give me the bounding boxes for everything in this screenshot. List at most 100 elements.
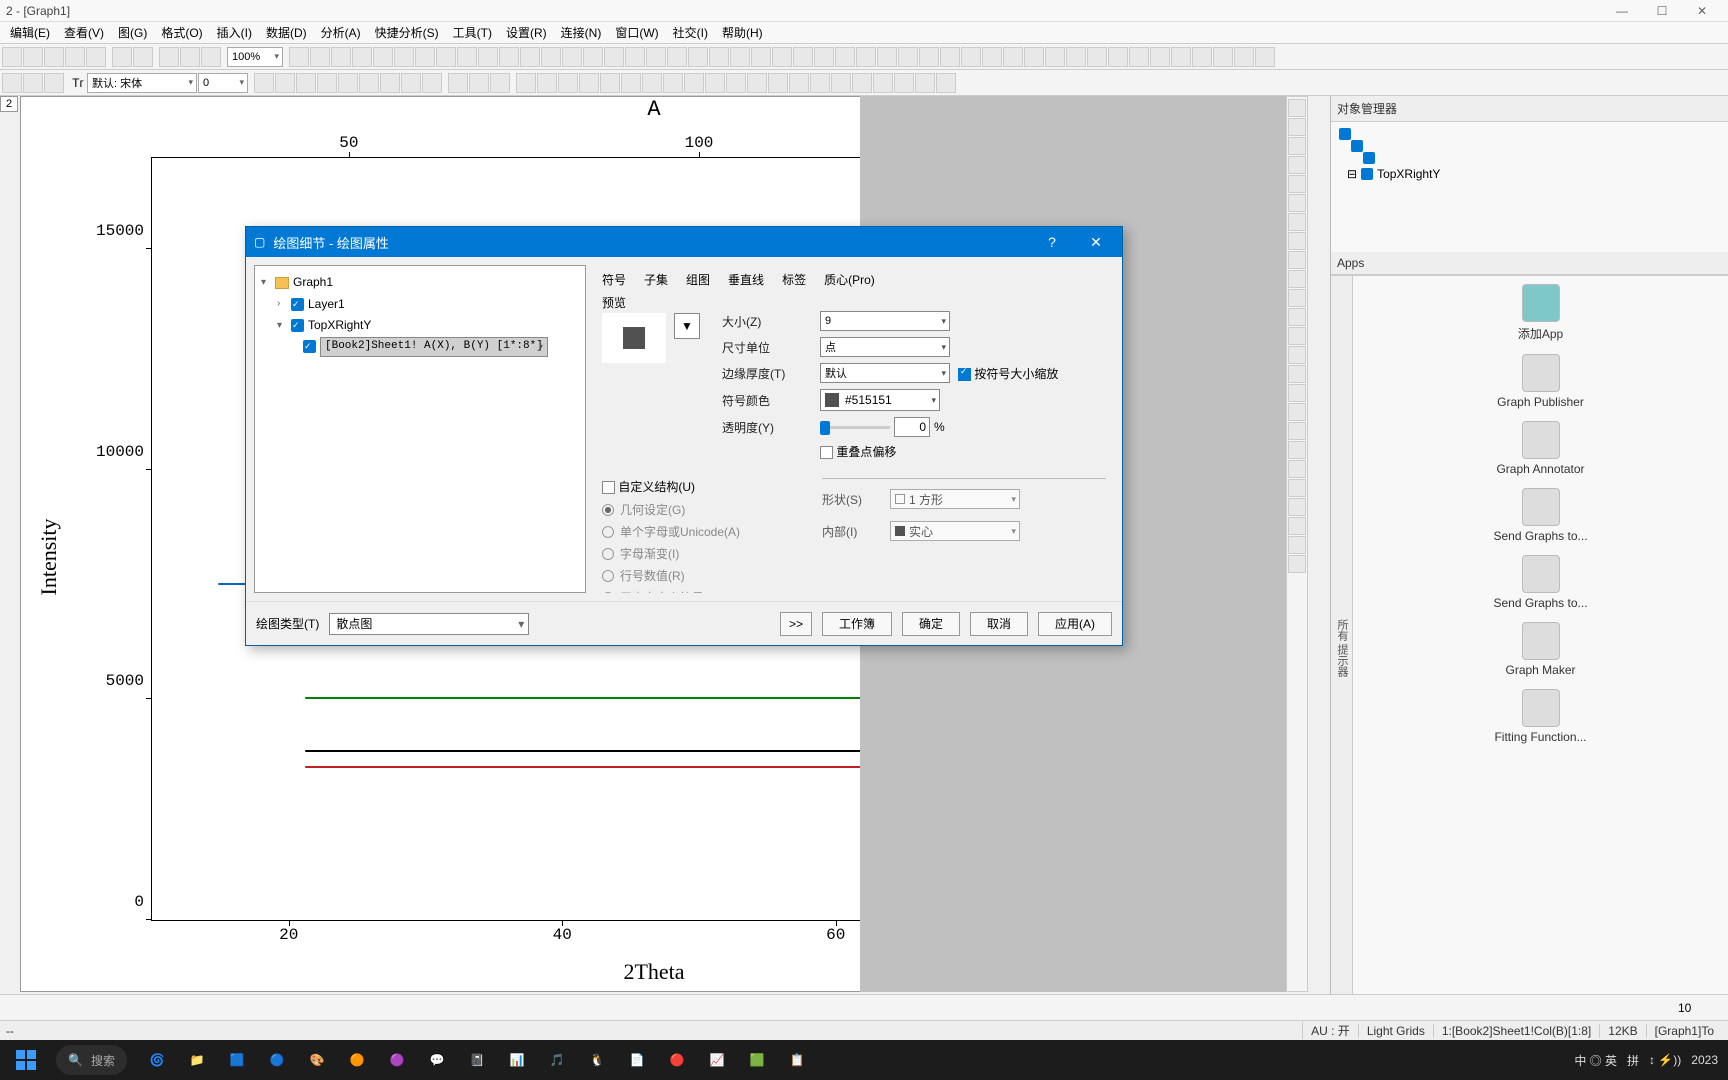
fmt-h[interactable] (663, 73, 683, 93)
maximize-button[interactable]: ☐ (1642, 4, 1682, 18)
tab-symbol[interactable]: 符号 (602, 271, 626, 288)
tb-b[interactable] (310, 47, 330, 67)
align-right-icon[interactable] (490, 73, 510, 93)
tb-aa[interactable] (835, 47, 855, 67)
align-center-icon[interactable] (469, 73, 489, 93)
refresh-icon[interactable] (201, 47, 221, 67)
scale-checkbox[interactable] (958, 368, 971, 381)
menu-social[interactable]: 社交(I) (667, 22, 714, 43)
tb-ap[interactable] (1150, 47, 1170, 67)
fmt-f[interactable] (621, 73, 641, 93)
fmt-a[interactable] (516, 73, 536, 93)
radio-unicode[interactable] (602, 526, 614, 538)
template-icon[interactable] (65, 47, 85, 67)
tab-group[interactable]: 组图 (686, 271, 710, 288)
app-fitting[interactable]: Fitting Function... (1361, 689, 1720, 744)
line-width-icon[interactable] (23, 73, 43, 93)
task-app-8[interactable]: 💬 (419, 1042, 455, 1078)
ok-button[interactable]: 确定 (902, 612, 960, 636)
rect-icon[interactable] (1288, 308, 1306, 326)
app-send-1[interactable]: Send Graphs to... (1361, 488, 1720, 543)
tb-n[interactable] (562, 47, 582, 67)
tb-q[interactable] (625, 47, 645, 67)
fmt-m[interactable] (768, 73, 788, 93)
tray-ime[interactable]: 中 ◎ 英 (1574, 1052, 1617, 1069)
align-left-icon[interactable] (448, 73, 468, 93)
expand-button[interactable]: >> (780, 612, 812, 636)
fmt-j[interactable] (705, 73, 725, 93)
fmt-d[interactable] (579, 73, 599, 93)
vt-c[interactable] (1288, 441, 1306, 459)
region-icon[interactable] (1288, 365, 1306, 383)
save-icon[interactable] (44, 47, 64, 67)
tb-al[interactable] (1066, 47, 1086, 67)
menu-preferences[interactable]: 设置(R) (500, 22, 553, 43)
screen-reader-icon[interactable] (1288, 194, 1306, 212)
dialog-close-button[interactable]: ✕ (1078, 234, 1114, 251)
task-app-16[interactable]: 🟩 (739, 1042, 775, 1078)
bold-icon[interactable] (254, 73, 274, 93)
vt-b[interactable] (1288, 422, 1306, 440)
tb-af[interactable] (940, 47, 960, 67)
tree-graph1[interactable]: Graph1 (293, 272, 333, 294)
polygon-icon[interactable] (1288, 346, 1306, 364)
dialog-help-button[interactable]: ? (1034, 234, 1070, 250)
cancel-button[interactable]: 取消 (970, 612, 1028, 636)
fmt-q[interactable] (852, 73, 872, 93)
tb-z[interactable] (814, 47, 834, 67)
tb-w[interactable] (751, 47, 771, 67)
tb-ag[interactable] (961, 47, 981, 67)
tb-f[interactable] (394, 47, 414, 67)
tray-pin[interactable]: 拼 (1627, 1052, 1639, 1069)
tb-r[interactable] (646, 47, 666, 67)
app-publisher[interactable]: Graph Publisher (1361, 354, 1720, 409)
task-app-13[interactable]: 📄 (619, 1042, 655, 1078)
radio-alpha[interactable] (602, 548, 614, 560)
task-app-4[interactable]: 🔵 (259, 1042, 295, 1078)
tb-an[interactable] (1108, 47, 1128, 67)
fmt-r[interactable] (873, 73, 893, 93)
italic-icon[interactable] (275, 73, 295, 93)
plot-type-select[interactable]: 散点图 (329, 613, 529, 635)
roi-icon[interactable] (1288, 384, 1306, 402)
dialog-titlebar[interactable]: ▢ 绘图细节 - 绘图属性 ? ✕ (246, 227, 1122, 257)
open-icon[interactable] (23, 47, 43, 67)
tb-i[interactable] (457, 47, 477, 67)
color-select[interactable]: #515151 (820, 389, 940, 411)
tb-ae[interactable] (919, 47, 939, 67)
tb-aq[interactable] (1171, 47, 1191, 67)
app-add[interactable]: 添加App (1361, 284, 1720, 342)
shape-select[interactable]: 1 方形 (890, 489, 1020, 509)
task-app-15[interactable]: 📈 (699, 1042, 735, 1078)
task-app-10[interactable]: 📊 (499, 1042, 535, 1078)
fmt-e[interactable] (600, 73, 620, 93)
fmt-b[interactable] (537, 73, 557, 93)
tb-s[interactable] (667, 47, 687, 67)
task-app-9[interactable]: 📓 (459, 1042, 495, 1078)
task-app-14[interactable]: 🔴 (659, 1042, 695, 1078)
close-button[interactable]: ✕ (1682, 4, 1722, 18)
fmt-c[interactable] (558, 73, 578, 93)
tb-k[interactable] (499, 47, 519, 67)
start-button[interactable] (0, 1040, 52, 1080)
radio-row[interactable] (602, 570, 614, 582)
tab-label[interactable]: 标签 (782, 271, 806, 288)
menu-edit[interactable]: 编辑(E) (4, 22, 56, 43)
underline-icon[interactable] (296, 73, 316, 93)
alpha-icon[interactable] (359, 73, 379, 93)
apply-button[interactable]: 应用(A) (1038, 612, 1112, 636)
dialog-tree[interactable]: ▾Graph1 ›Layer1 ▾TopXRightY [Book2]Sheet… (254, 265, 586, 593)
tb-au[interactable] (1255, 47, 1275, 67)
task-app-6[interactable]: 🟠 (339, 1042, 375, 1078)
task-app-1[interactable]: 🌀 (139, 1042, 175, 1078)
pan-icon[interactable] (1288, 156, 1306, 174)
menu-data[interactable]: 数据(D) (260, 22, 313, 43)
edge-select[interactable]: 默认 (820, 363, 950, 383)
tb-ak[interactable] (1045, 47, 1065, 67)
bottom-num-combo[interactable]: 10 (1678, 1001, 1722, 1015)
menu-analysis[interactable]: 分析(A) (315, 22, 367, 43)
line-style-icon[interactable] (2, 73, 22, 93)
menu-gadgets[interactable]: 快捷分析(S) (369, 22, 445, 43)
tree-layer1[interactable]: Layer1 (308, 294, 345, 316)
menu-insert[interactable]: 插入(I) (211, 22, 258, 43)
